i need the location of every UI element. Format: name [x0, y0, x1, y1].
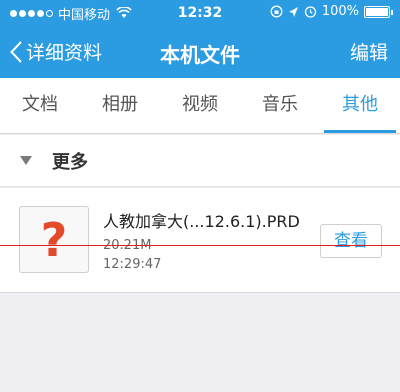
navigation-bar: 详细资料 本机文件 编辑: [0, 26, 400, 78]
tab-documents[interactable]: 文档: [0, 78, 80, 133]
collapse-triangle-icon: [20, 156, 32, 165]
edit-button[interactable]: 编辑: [350, 38, 388, 65]
page-title: 本机文件: [160, 43, 240, 67]
annotation-line: [0, 245, 400, 246]
battery-level: [366, 7, 388, 16]
tab-music[interactable]: 音乐: [240, 78, 320, 133]
tab-bar: 文档 相册 视频 音乐 其他: [0, 78, 400, 134]
tab-photos[interactable]: 相册: [80, 78, 160, 133]
status-bar: 中国移动 12:32 100%: [0, 0, 400, 26]
tab-other[interactable]: 其他: [320, 78, 400, 133]
battery-percent: 100%: [321, 4, 359, 19]
section-title: 更多: [52, 151, 88, 173]
file-list-item[interactable]: ? 人教加拿大(...12.6.1).PRD 20.21M 12:29:47 查…: [0, 188, 400, 293]
alarm-icon: [304, 6, 316, 18]
file-name: 人教加拿大(...12.6.1).PRD: [103, 212, 300, 231]
location-icon: [288, 6, 298, 17]
unknown-file-icon: ?: [19, 206, 89, 273]
section-header-more[interactable]: 更多: [0, 135, 400, 187]
tab-videos[interactable]: 视频: [160, 78, 240, 133]
rotation-lock-icon: [270, 5, 283, 18]
file-time: 12:29:47: [103, 257, 162, 272]
battery-icon: [364, 5, 393, 18]
view-button[interactable]: 查看: [320, 224, 382, 258]
